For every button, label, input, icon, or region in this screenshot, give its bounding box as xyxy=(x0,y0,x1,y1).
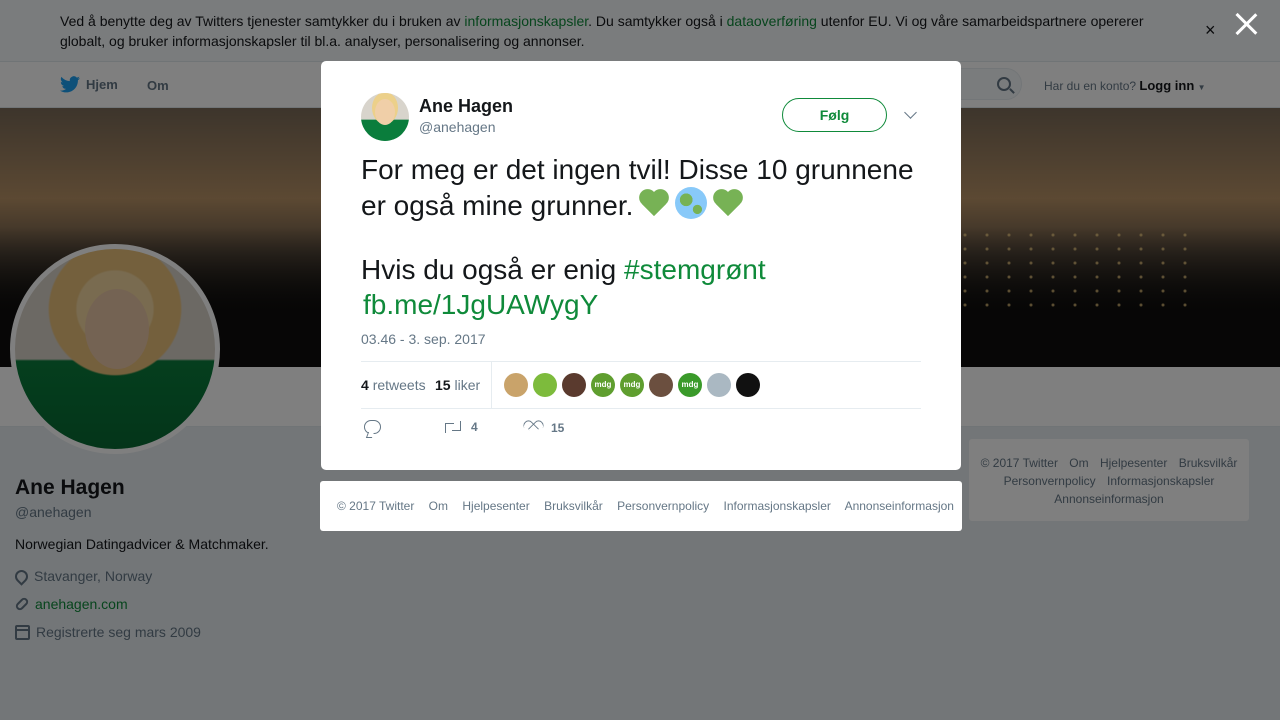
liker-avatar[interactable] xyxy=(707,373,731,397)
tweet-modal: Ane Hagen @anehagen Følg For meg er det … xyxy=(321,61,961,470)
like-button[interactable]: 15 xyxy=(524,420,564,436)
follow-button[interactable]: Følg xyxy=(782,98,887,132)
retweet-action-count: 4 xyxy=(471,420,478,434)
liker-avatar[interactable] xyxy=(649,373,673,397)
tweet-url-link[interactable]: fb.me/1JgUAWygY xyxy=(363,289,598,320)
tweet-author-avatar[interactable] xyxy=(361,93,409,141)
footer-link[interactable]: Hjelpesenter xyxy=(462,499,529,513)
like-stat[interactable]: 15 liker xyxy=(435,377,480,393)
liker-avatar[interactable]: mdg xyxy=(620,373,644,397)
footer-link[interactable]: Annonseinformasjon xyxy=(845,499,954,513)
stats-divider xyxy=(491,362,492,409)
likers-avatar-list: mdg mdg mdg xyxy=(504,373,760,397)
globe-emoji-icon xyxy=(675,187,708,219)
retweet-button[interactable]: 4 xyxy=(444,420,478,434)
retweet-count: 4 xyxy=(361,377,369,393)
tweet-stats: 4 retweets 15 liker mdg mdg mdg xyxy=(361,361,921,409)
green-heart-emoji-icon xyxy=(638,187,670,219)
green-heart-emoji-icon xyxy=(712,187,744,219)
liker-avatar[interactable]: mdg xyxy=(591,373,615,397)
reply-icon xyxy=(364,420,381,434)
liker-avatar[interactable] xyxy=(533,373,557,397)
tweet-text-line-2: Hvis du også er enig xyxy=(361,254,625,285)
liker-avatar[interactable] xyxy=(736,373,760,397)
chevron-down-icon[interactable] xyxy=(903,107,919,123)
like-count: 15 xyxy=(435,377,451,393)
tweet-timestamp[interactable]: 03.46 - 3. sep. 2017 xyxy=(361,331,486,347)
reply-button[interactable] xyxy=(364,420,381,434)
avatar-face xyxy=(375,99,395,125)
tweet-actions: 4 15 xyxy=(361,420,921,444)
tweet-author-handle[interactable]: @anehagen xyxy=(419,119,496,135)
liker-avatar[interactable] xyxy=(504,373,528,397)
tweet-hashtag-link[interactable]: #stemgrønt xyxy=(624,254,766,285)
like-label: liker xyxy=(454,377,481,393)
retweet-label: retweets xyxy=(372,377,426,393)
tweet-author-name[interactable]: Ane Hagen xyxy=(419,96,513,117)
liker-avatar[interactable]: mdg xyxy=(678,373,702,397)
footer-link[interactable]: Informasjonskapsler xyxy=(724,499,831,513)
like-action-count: 15 xyxy=(551,421,565,435)
footer-link[interactable]: Personvernpolicy xyxy=(617,499,709,513)
retweet-icon xyxy=(444,420,462,434)
footer-link[interactable]: © 2017 Twitter xyxy=(337,499,414,513)
heart-icon xyxy=(524,420,542,436)
retweet-stat[interactable]: 4 retweets xyxy=(361,377,426,393)
modal-footer: © 2017 Twitter Om Hjelpesenter Bruksvilk… xyxy=(320,481,962,531)
close-icon[interactable] xyxy=(1234,12,1258,36)
footer-link[interactable]: Om xyxy=(429,499,448,513)
footer-link[interactable]: Bruksvilkår xyxy=(544,499,603,513)
tweet-text-line-1: For meg er det ingen tvil! Disse 10 grun… xyxy=(361,154,914,221)
liker-avatar[interactable] xyxy=(562,373,586,397)
tweet-text: For meg er det ingen tvil! Disse 10 grun… xyxy=(361,152,921,322)
